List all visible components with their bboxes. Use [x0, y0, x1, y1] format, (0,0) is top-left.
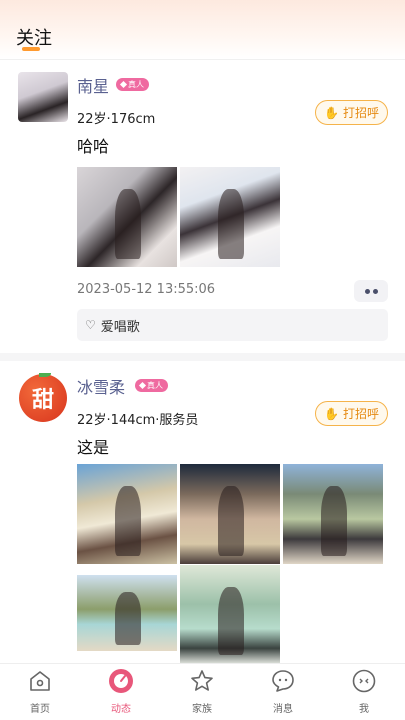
- orange-logo-icon: 甜: [19, 373, 67, 422]
- home-icon: [27, 668, 53, 694]
- moment-icon: [108, 668, 134, 694]
- user-name[interactable]: 冰雪柔: [77, 374, 125, 398]
- tab-label: 我: [359, 704, 369, 715]
- post-text: 这是: [77, 438, 110, 457]
- greet-button[interactable]: ✋ 打招呼: [315, 100, 388, 125]
- post-photo[interactable]: [77, 575, 177, 651]
- tab-label: 首页: [30, 704, 50, 715]
- tab-label: 家族: [192, 704, 212, 715]
- dot-icon: [364, 288, 370, 294]
- bottom-tab-bar: 首页 动态 家族 消息 我: [0, 663, 405, 720]
- verified-badge: 真人: [135, 379, 168, 392]
- post-time: 2023-05-12 13:55:06: [77, 282, 216, 297]
- post-text: 哈哈: [77, 137, 110, 156]
- badge-label: 真人: [128, 80, 144, 89]
- badge-label: 真人: [147, 381, 163, 390]
- tab-home[interactable]: 首页: [10, 668, 70, 718]
- star-icon: [189, 668, 215, 694]
- moment-card: 南星 真人 22岁·176cm ✋ 打招呼 哈哈 2023-05-12 13:5…: [0, 60, 405, 353]
- profile-icon: [351, 668, 377, 694]
- dot-icon: [372, 288, 378, 294]
- diamond-icon: [119, 80, 128, 89]
- tab-family[interactable]: 家族: [172, 668, 232, 718]
- top-header: 关注: [0, 0, 405, 60]
- user-meta: 22岁·144cm·服务员: [77, 413, 199, 428]
- moment-card: 甜 冰雪柔 真人 22岁·144cm·服务员 ✋ 打招呼 这是: [0, 361, 405, 663]
- user-name[interactable]: 南星: [77, 73, 109, 97]
- post-photo[interactable]: [77, 464, 177, 564]
- avatar[interactable]: [18, 72, 68, 122]
- post-photo[interactable]: [283, 464, 383, 564]
- verified-badge: 真人: [116, 78, 149, 91]
- card-divider: [0, 353, 405, 361]
- tab-messages[interactable]: 消息: [253, 668, 313, 718]
- wave-hand-icon: ✋: [324, 105, 339, 120]
- avatar[interactable]: 甜: [18, 373, 68, 423]
- post-photo[interactable]: [77, 167, 177, 267]
- post-photo[interactable]: [180, 565, 280, 663]
- user-meta: 22岁·176cm: [77, 112, 156, 127]
- greet-button[interactable]: ✋ 打招呼: [315, 401, 388, 426]
- interest-tag[interactable]: ♡ 爱唱歌: [77, 309, 388, 341]
- tab-moments[interactable]: 动态: [91, 668, 151, 718]
- wave-hand-icon: ✋: [324, 406, 339, 421]
- greet-label: 打招呼: [342, 407, 379, 421]
- tab-label: 消息: [273, 704, 293, 715]
- greet-label: 打招呼: [342, 106, 379, 120]
- tab-profile[interactable]: 我: [334, 668, 394, 718]
- post-photo[interactable]: [180, 464, 280, 564]
- diamond-icon: [138, 381, 147, 390]
- tab-indicator: [22, 47, 40, 51]
- more-button[interactable]: [354, 280, 388, 302]
- avatar-text: 甜: [31, 388, 54, 413]
- post-photo[interactable]: [180, 167, 280, 267]
- tab-label: 动态: [111, 704, 131, 715]
- message-icon: [270, 668, 296, 694]
- heart-icon: ♡: [85, 318, 96, 332]
- interest-label: 爱唱歌: [100, 319, 140, 335]
